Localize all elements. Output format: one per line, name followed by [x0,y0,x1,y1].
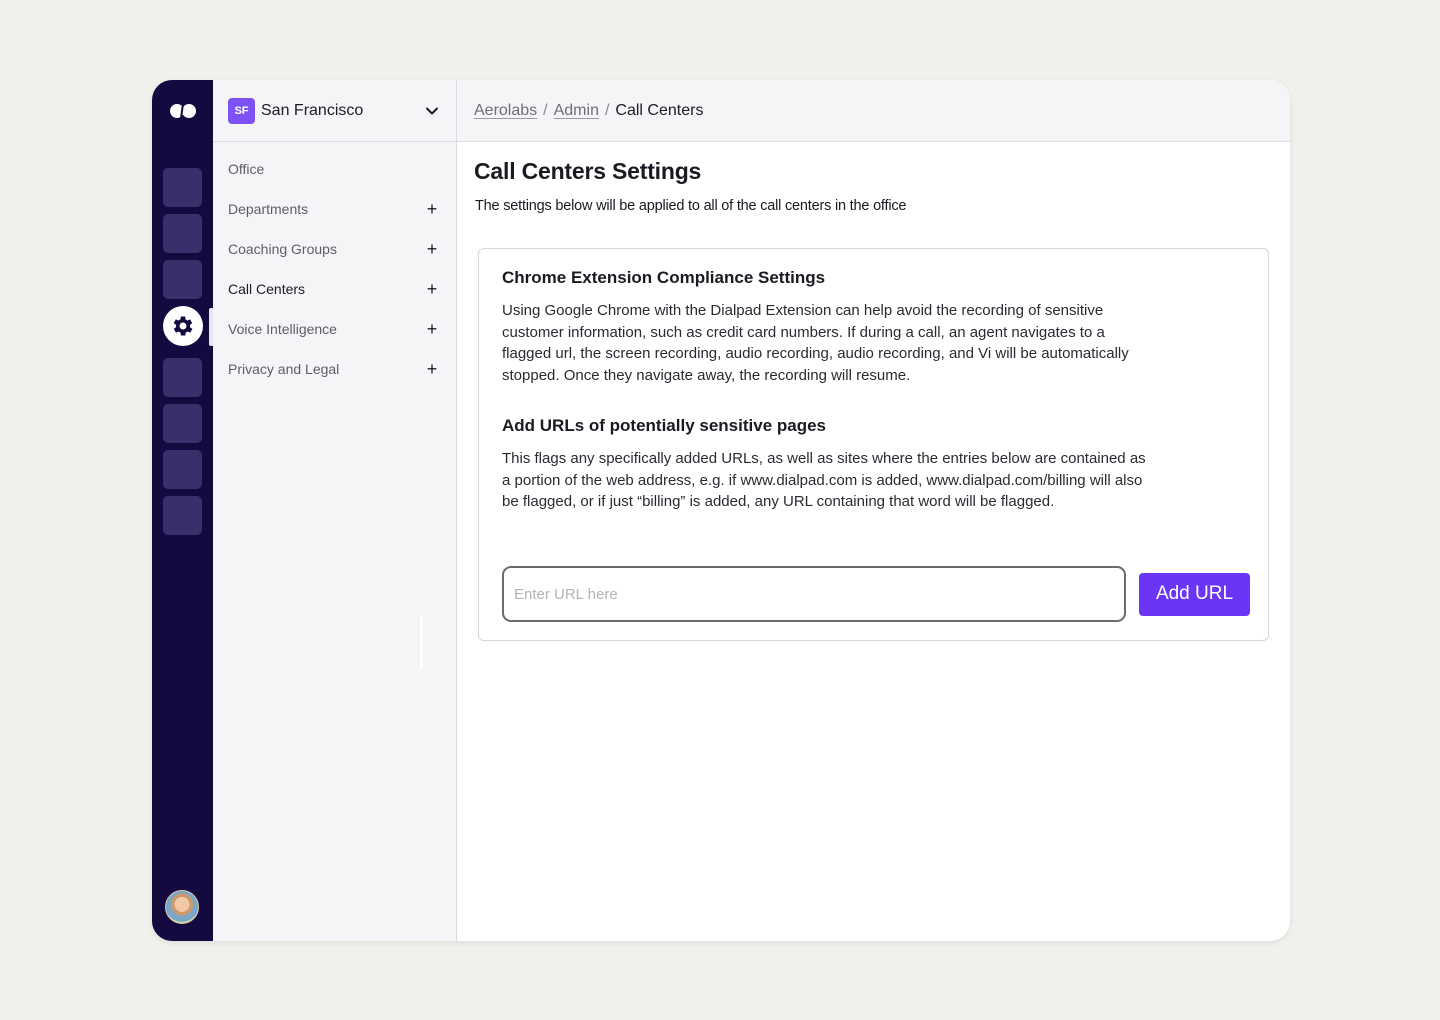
rail-item-7[interactable] [163,450,202,489]
breadcrumb-admin[interactable]: Admin [554,102,599,120]
plus-icon[interactable]: + [426,319,438,340]
page-title: Call Centers Settings [474,158,702,184]
rail-item-settings[interactable] [163,306,203,346]
app-rail [152,80,213,941]
office-name: San Francisco [261,101,364,119]
urls-description: This flags any specifically added URLs, … [502,450,1146,510]
office-selector[interactable]: SF San Francisco [213,80,456,142]
chevron-down-icon[interactable] [425,104,439,118]
nav-item-departments[interactable]: Departments + [213,189,456,229]
breadcrumb-current: Call Centers [615,101,704,119]
nav-item-coaching-groups[interactable]: Coaching Groups + [213,229,456,269]
nav-item-label: Coaching Groups [228,241,337,257]
nav-item-privacy-legal[interactable]: Privacy and Legal + [213,349,456,389]
rail-item-6[interactable] [163,404,202,443]
rail-item-2[interactable] [163,214,202,253]
app-window: SF San Francisco Office Departments + Co… [152,80,1290,941]
rail-item-3[interactable] [163,260,202,299]
nav-item-label: Departments [228,201,309,217]
nav-item-label: Privacy and Legal [228,361,340,377]
nav-item-label: Voice Intelligence [228,321,337,337]
card-description: Using Google Chrome with the Dialpad Ext… [502,302,1129,384]
main-content: Aerolabs / Admin / Call Centers Call Cen… [457,80,1290,941]
plus-icon[interactable]: + [426,239,438,260]
urls-heading: Add URLs of potentially sensitive pages [502,416,827,435]
rail-item-1[interactable] [163,168,202,207]
breadcrumb-separator: / [543,101,548,119]
nav-item-label: Office [228,161,265,177]
gear-icon [173,316,193,336]
nav-item-office[interactable]: Office [213,149,456,189]
nav-list: Office Departments + Coaching Groups + C… [213,142,456,389]
nav-item-label: Call Centers [228,281,306,297]
nav-item-call-centers[interactable]: Call Centers + [213,269,456,309]
breadcrumb: Aerolabs / Admin / Call Centers [457,80,1290,142]
office-badge: SF [228,97,255,124]
rail-item-8[interactable] [163,496,202,535]
dialpad-logo-icon[interactable] [169,102,197,120]
nav-scrollbar[interactable] [420,615,423,669]
url-entry-row: Add URL [502,566,1250,622]
nav-item-voice-intelligence[interactable]: Voice Intelligence + [213,309,456,349]
add-url-button[interactable]: Add URL [1139,572,1250,616]
url-input[interactable] [502,566,1126,622]
rail-item-5[interactable] [163,358,202,397]
settings-nav: SF San Francisco Office Departments + Co… [213,80,457,941]
breadcrumb-separator: / [604,101,610,119]
page-subtitle: The settings below will be applied to al… [475,198,907,214]
breadcrumb-aerolabs[interactable]: Aerolabs [474,102,537,120]
card-heading: Chrome Extension Compliance Settings [502,268,826,287]
plus-icon[interactable]: + [426,279,438,300]
compliance-settings-card: Chrome Extension Compliance Settings Usi… [478,248,1269,641]
plus-icon[interactable]: + [426,199,438,220]
user-avatar[interactable] [165,890,199,924]
plus-icon[interactable]: + [426,359,438,380]
